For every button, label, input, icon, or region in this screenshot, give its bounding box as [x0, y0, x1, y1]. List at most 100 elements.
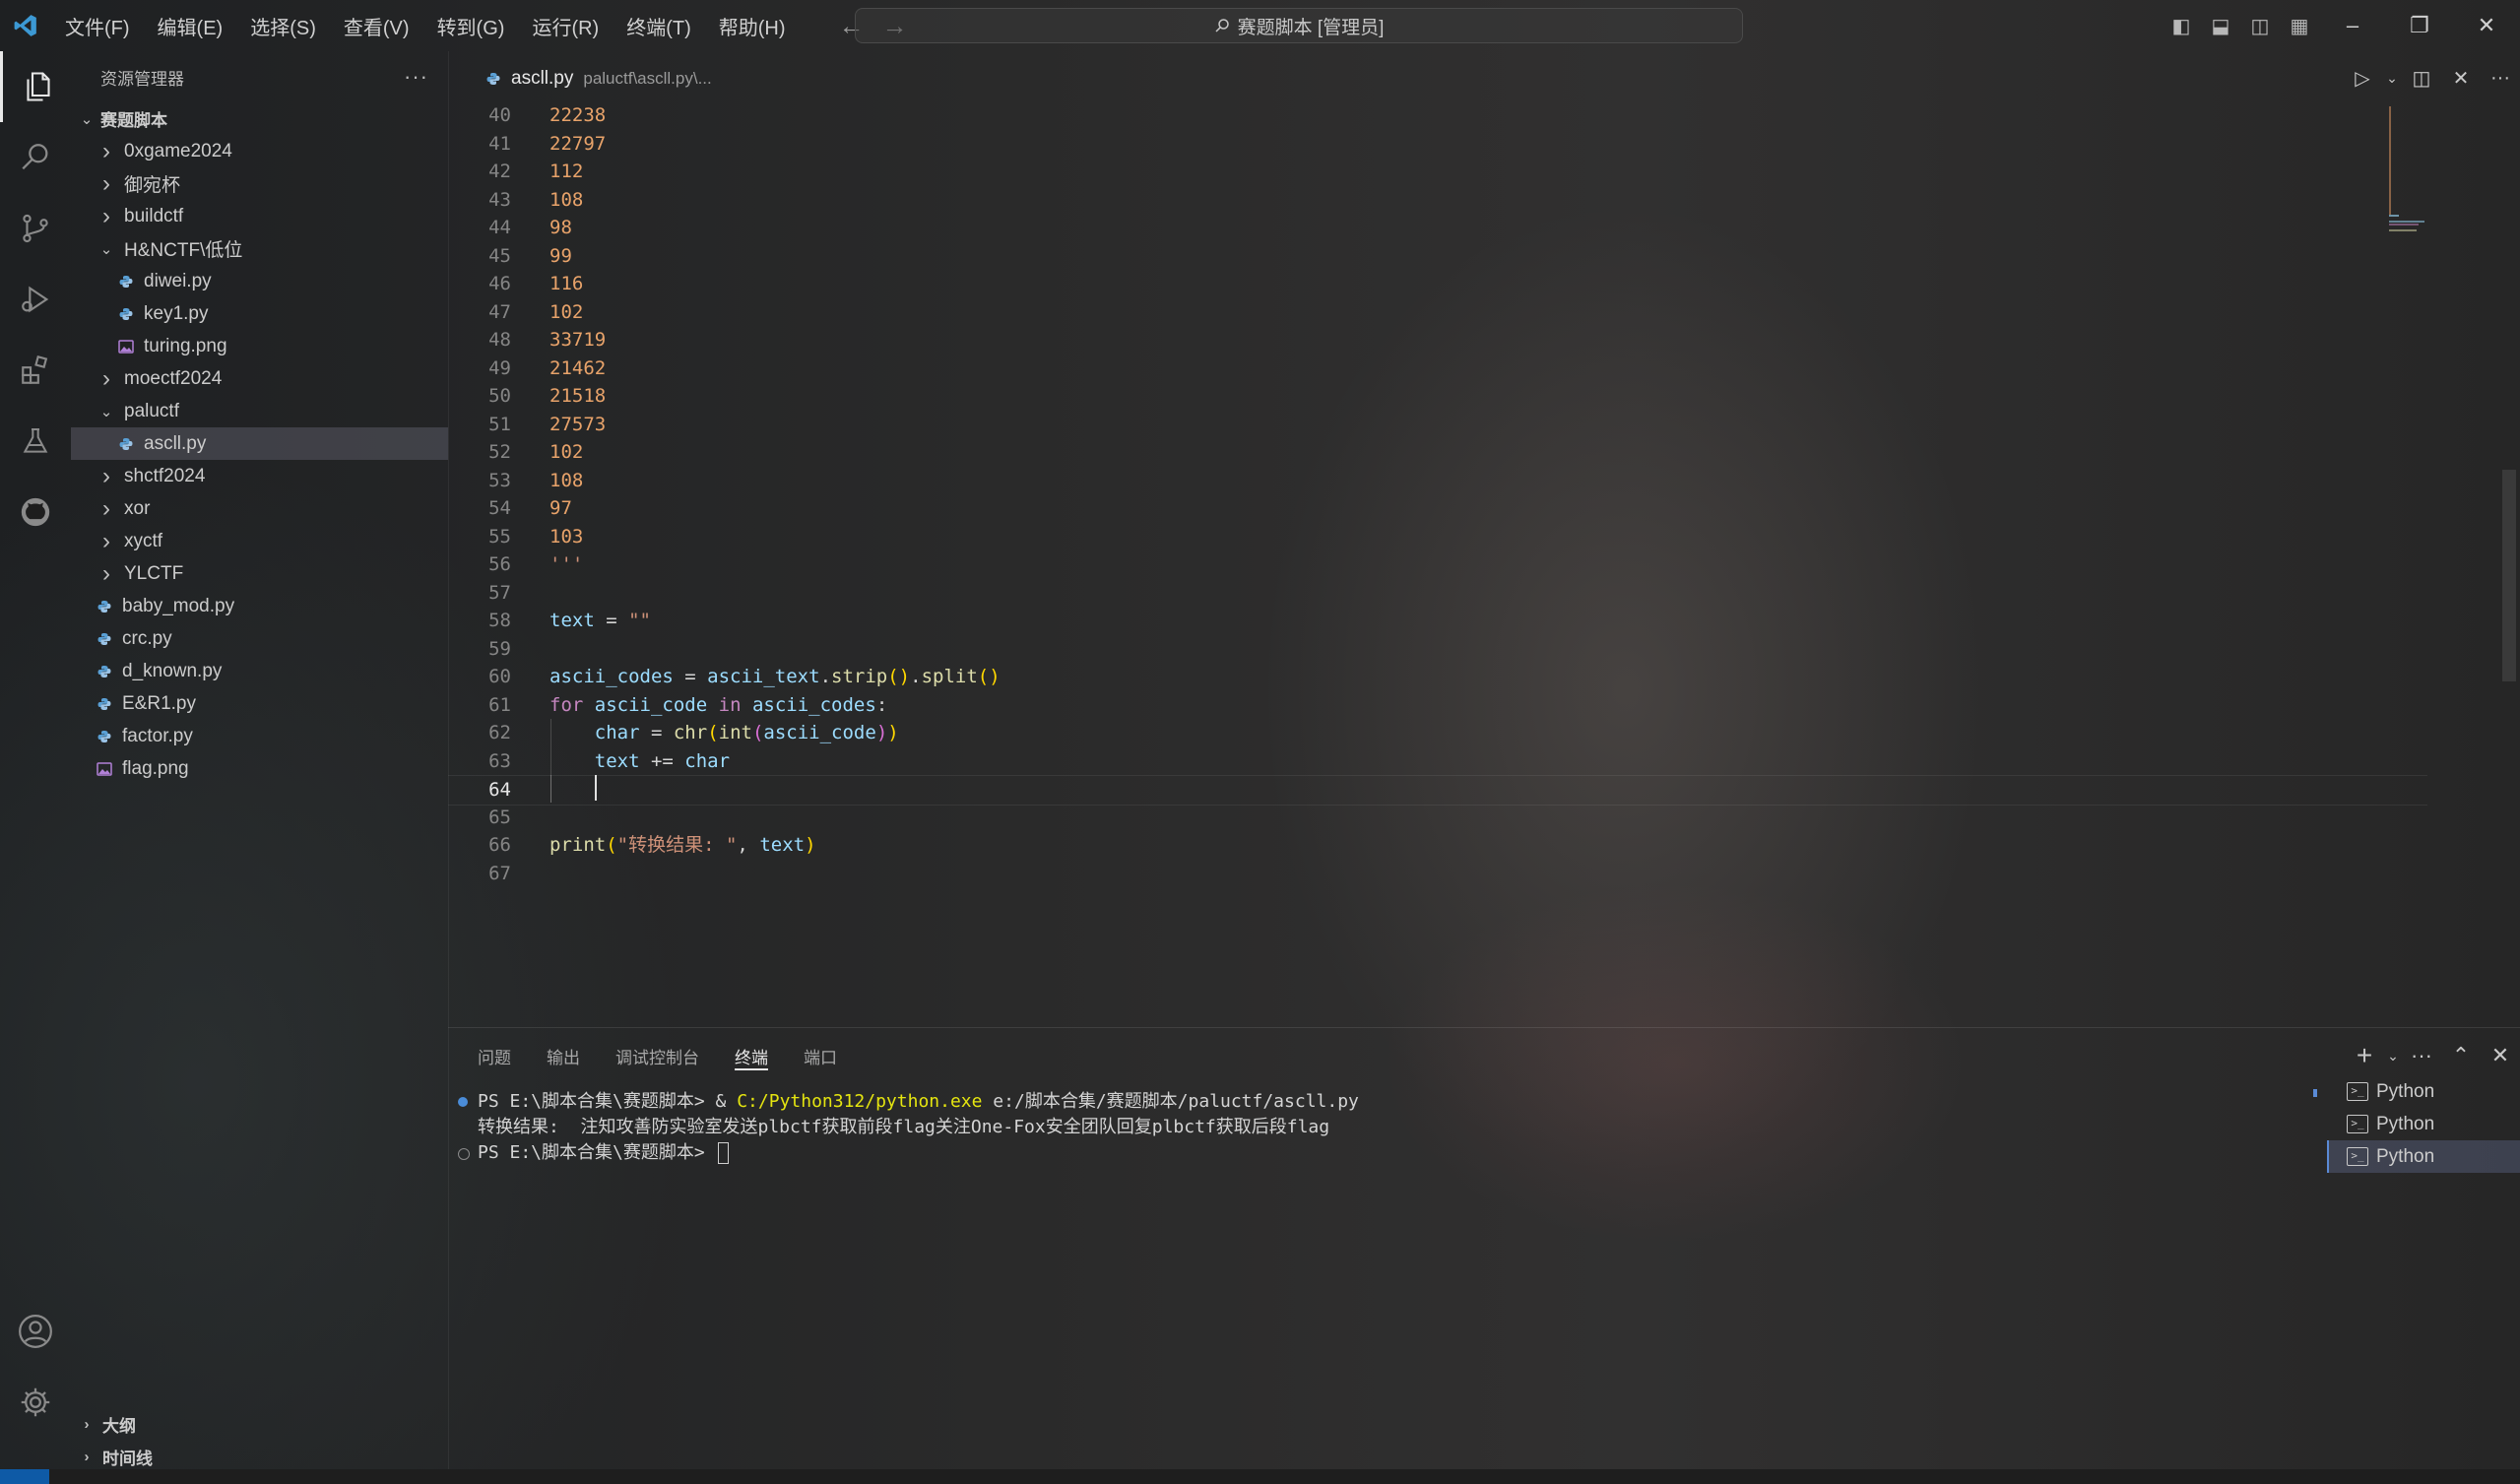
menu-item[interactable]: 查看(V) — [330, 12, 423, 40]
run-python-file-icon[interactable]: ▷ — [2343, 66, 2382, 91]
tree-file[interactable]: key1.py — [71, 297, 448, 330]
outline-section[interactable]: › 大纲 — [71, 1408, 454, 1441]
run-and-debug-icon[interactable] — [0, 264, 71, 335]
terminal-name: Python — [2376, 1080, 2435, 1102]
close-panel-icon[interactable]: ✕ — [2481, 1043, 2520, 1068]
terminal-list-item[interactable]: >_ Python — [2327, 1108, 2520, 1140]
tree-folder[interactable]: › moectf2024 — [71, 362, 448, 395]
close-editor-icon[interactable]: ✕ — [2441, 66, 2481, 91]
toggle-secondary-sidebar-icon[interactable]: ◫ — [2240, 14, 2280, 38]
search-icon[interactable] — [0, 122, 71, 193]
testing-flask-icon[interactable] — [0, 406, 71, 477]
menu-item[interactable]: 帮助(H) — [705, 12, 800, 40]
code-token: 112 — [549, 161, 584, 182]
line-number: 44 — [488, 217, 511, 238]
tab-ascll-py[interactable]: ascll.py paluctf\ascll.py\... — [448, 51, 732, 105]
customize-layout-icon[interactable]: ▦ — [2280, 14, 2319, 38]
tree-folder[interactable]: ⌄ paluctf — [71, 395, 448, 427]
explorer-icon[interactable] — [0, 51, 74, 122]
code-line: 46 116 — [448, 270, 2427, 298]
panel-tab[interactable]: 端口 — [804, 1028, 837, 1083]
restore-icon[interactable]: ❐ — [2386, 13, 2453, 38]
tree-file[interactable]: flag.png — [71, 752, 448, 785]
command-center-search[interactable]: 赛题脚本 [管理员] — [855, 8, 1743, 43]
accounts-icon[interactable] — [0, 1296, 71, 1367]
tree-file[interactable]: d_known.py — [71, 655, 448, 687]
menu-item[interactable]: 选择(S) — [236, 12, 330, 40]
workspace-root[interactable]: ⌄ 赛题脚本 — [71, 102, 448, 135]
more-actions-icon[interactable]: ··· — [404, 64, 428, 90]
github-icon[interactable] — [0, 477, 71, 548]
run-dropdown-chevron-icon[interactable]: ⌄ — [2382, 70, 2402, 87]
code-token: 116 — [549, 273, 584, 294]
menu-item[interactable]: 编辑(E) — [144, 12, 237, 40]
terminal-dropdown-chevron-icon[interactable]: ⌄ — [2384, 1048, 2402, 1065]
maximize-panel-chevron-up-icon[interactable]: ⌃ — [2441, 1043, 2481, 1068]
line-number: 59 — [488, 637, 511, 660]
line-number: 63 — [488, 749, 511, 772]
tree-file[interactable]: baby_mod.py — [71, 590, 448, 622]
tree-folder[interactable]: › shctf2024 — [71, 460, 448, 492]
image-file-icon — [95, 761, 114, 776]
remote-indicator[interactable] — [0, 1469, 49, 1484]
menu-item[interactable]: 文件(F) — [51, 12, 144, 40]
more-actions-icon[interactable]: ··· — [2481, 67, 2520, 90]
tree-folder[interactable]: › 御宛杯 — [71, 167, 448, 200]
minimize-icon[interactable]: – — [2319, 13, 2386, 38]
new-terminal-plus-icon[interactable]: + — [2345, 1040, 2384, 1071]
code-token: 98 — [549, 217, 572, 238]
status-bar — [0, 1469, 2520, 1484]
tree-folder[interactable]: › xyctf — [71, 525, 448, 557]
tree-folder[interactable]: › xor — [71, 492, 448, 525]
code-editor[interactable]: 40 22238 41 22797 42 112 43 108 44 98 45 99 46 116 47 1… — [448, 101, 2496, 1027]
tree-file[interactable]: factor.py — [71, 720, 448, 752]
line-text: 98 — [549, 214, 572, 242]
code-line: 67 — [448, 860, 2427, 888]
panel-tab[interactable]: 输出 — [547, 1028, 580, 1083]
line-text: 116 — [549, 270, 583, 298]
tree-file[interactable]: ascll.py — [71, 427, 448, 460]
toggle-primary-sidebar-icon[interactable]: ◧ — [2162, 14, 2201, 38]
menu-item[interactable]: 运行(R) — [518, 12, 613, 40]
menu-item[interactable]: 终端(T) — [613, 12, 705, 40]
line-number: 43 — [488, 188, 511, 211]
panel-tab[interactable]: 终端 — [735, 1041, 768, 1070]
extensions-icon[interactable] — [0, 335, 71, 406]
manage-gear-icon[interactable] — [0, 1367, 71, 1438]
code-token: split — [921, 666, 978, 687]
toggle-panel-icon[interactable]: ⬓ — [2201, 14, 2240, 38]
code-token: ascii_codes — [751, 693, 876, 716]
image-file-icon — [116, 339, 136, 354]
menu-bar: 文件(F) 编辑(E) 选择(S) 查看(V) 转到(G) 运行(R) 终端(T) 帮助(H) — [51, 12, 800, 40]
line-number: 46 — [488, 273, 511, 294]
tree-file[interactable]: crc.py — [71, 622, 448, 655]
panel-tab[interactable]: 调试控制台 — [615, 1028, 699, 1083]
code-line: 45 99 — [448, 242, 2427, 271]
code-token: 103 — [549, 525, 584, 548]
editor-scrollbar[interactable] — [2502, 470, 2516, 681]
tree-folder[interactable]: ⌄ H&NCTF\低位 — [71, 232, 448, 265]
chevron-down-icon: ⌄ — [99, 240, 113, 258]
source-control-icon[interactable] — [0, 193, 71, 264]
line-number: 56 — [488, 553, 511, 575]
panel-tab[interactable]: 问题 — [478, 1028, 511, 1083]
line-number: 52 — [488, 441, 511, 463]
code-token: () — [887, 666, 911, 687]
tree-file[interactable]: diwei.py — [71, 265, 448, 297]
menu-item[interactable]: 转到(G) — [423, 12, 519, 40]
tree-folder[interactable]: › YLCTF — [71, 557, 448, 590]
tree-folder[interactable]: › 0xgame2024 — [71, 135, 448, 167]
tree-item-label: buildctf — [124, 205, 184, 226]
minimap[interactable] — [2383, 104, 2442, 232]
split-editor-icon[interactable]: ◫ — [2402, 66, 2441, 91]
python-file-icon — [95, 730, 114, 743]
tree-folder[interactable]: › buildctf — [71, 200, 448, 232]
tree-file[interactable]: turing.png — [71, 330, 448, 362]
terminal-list-item[interactable]: >_ Python — [2327, 1075, 2520, 1108]
close-window-icon[interactable]: ✕ — [2453, 13, 2520, 38]
line-number: 41 — [488, 132, 511, 155]
tree-file[interactable]: E&R1.py — [71, 687, 448, 720]
terminal-list-item[interactable]: >_ Python — [2327, 1140, 2520, 1173]
more-actions-icon[interactable]: ··· — [2402, 1043, 2441, 1068]
code-line: 42 112 — [448, 158, 2427, 186]
